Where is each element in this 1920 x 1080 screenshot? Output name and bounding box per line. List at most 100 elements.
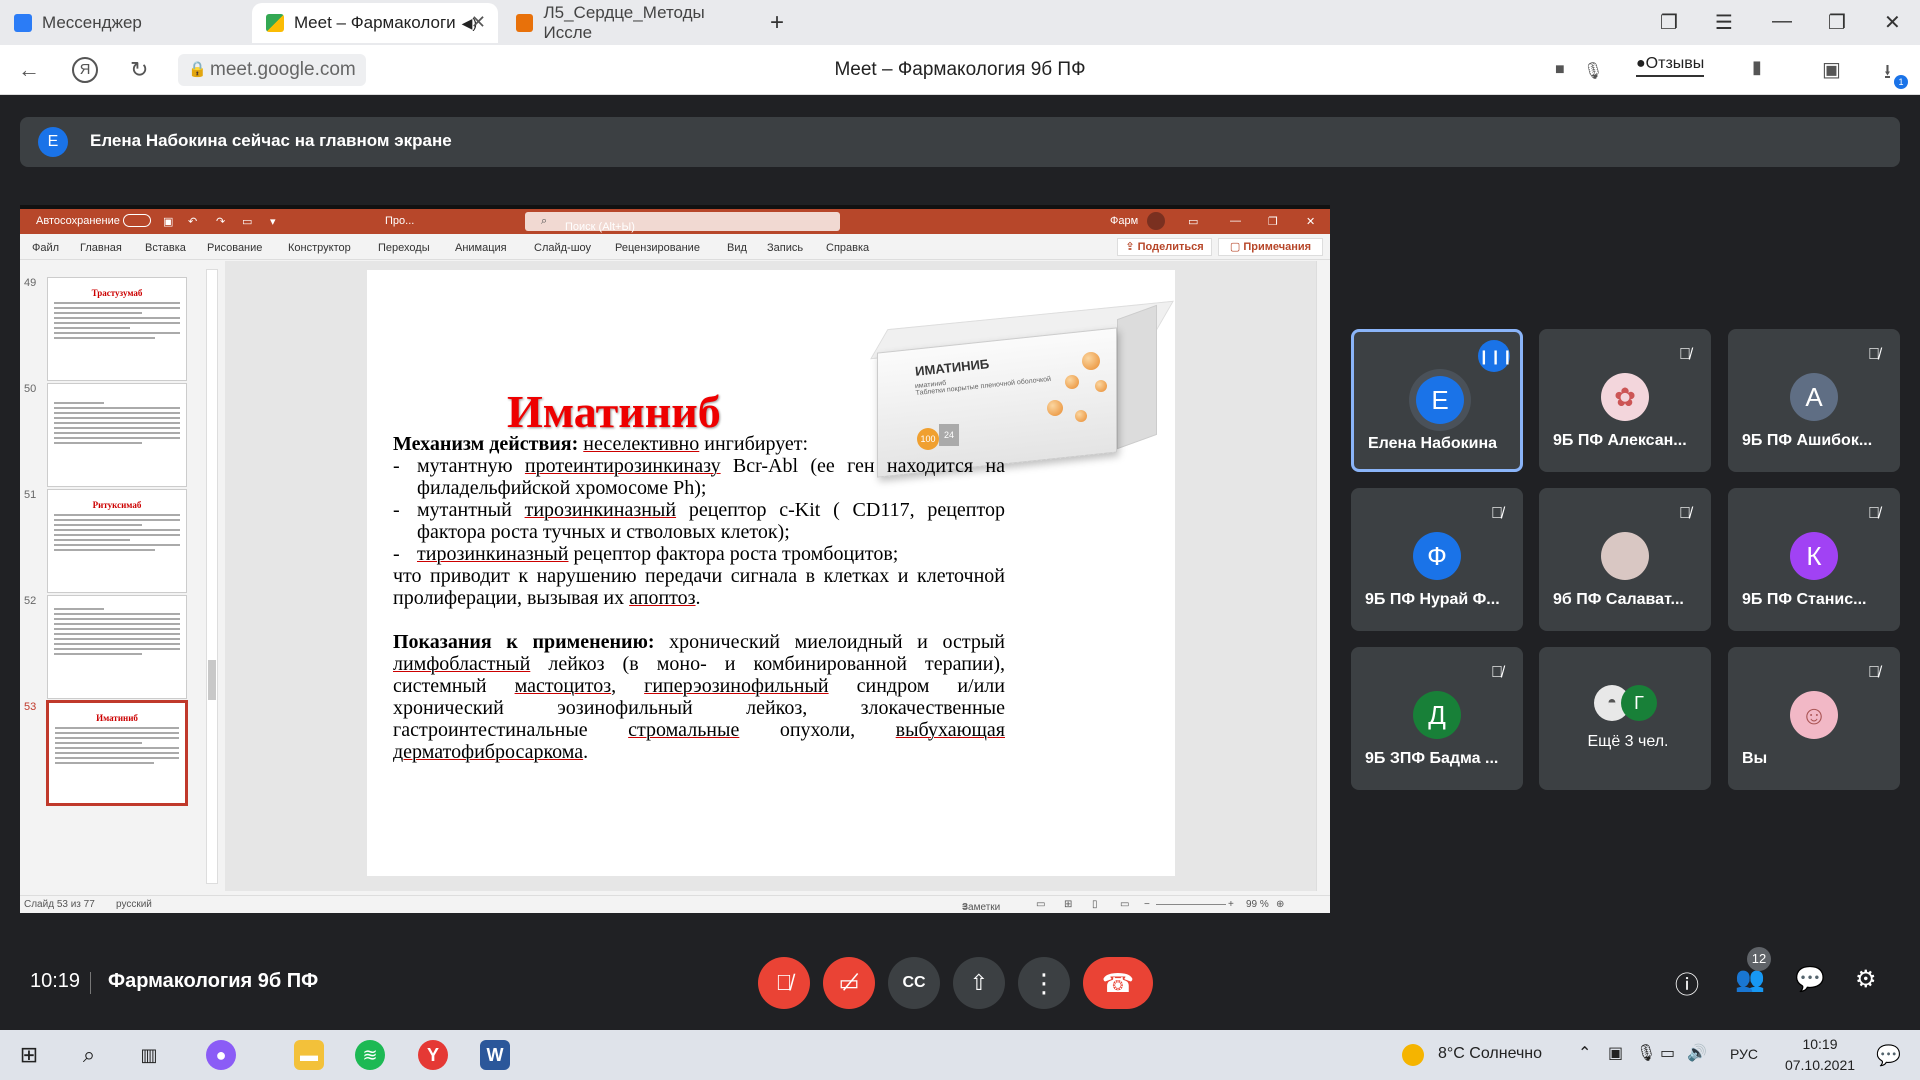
maximize-icon[interactable]: ❐	[1268, 215, 1278, 228]
zoom-slider[interactable]	[1156, 904, 1226, 905]
weather-text[interactable]: 8°C Солнечно	[1438, 1045, 1542, 1063]
mic-off-button[interactable]: 🎙̸	[758, 957, 810, 1009]
redo-icon[interactable]: ↷	[216, 215, 225, 228]
close-icon[interactable]: ✕	[1306, 215, 1315, 228]
menu-review[interactable]: Рецензирование	[615, 242, 700, 254]
mic-icon[interactable]: 🎙	[1636, 1043, 1656, 1063]
autosave-toggle[interactable]	[123, 214, 151, 227]
search-icon[interactable]: ⌕	[74, 1040, 104, 1070]
scroll-thumb[interactable]	[208, 660, 216, 700]
bookmark-icon[interactable]: ▮	[1752, 57, 1762, 78]
volume-icon[interactable]: 🔊	[1687, 1043, 1707, 1063]
notifications-icon[interactable]: 💬	[1876, 1043, 1901, 1068]
sorter-view-icon[interactable]: ⊞	[1064, 899, 1072, 910]
chevron-down-icon[interactable]: ▾	[270, 215, 276, 228]
search-input[interactable]: ⌕ Поиск (Alt+Ы)	[525, 212, 840, 233]
yandex-browser-icon[interactable]: Y	[418, 1040, 448, 1070]
close-window-icon[interactable]: ✕	[1884, 10, 1901, 35]
camera-off-button[interactable]: ▭̸	[823, 957, 875, 1009]
minimize-icon[interactable]: —	[1230, 215, 1241, 227]
close-icon[interactable]: ✕	[471, 12, 486, 33]
more-options-button[interactable]: ⋮	[1018, 957, 1070, 1009]
menu-animations[interactable]: Анимация	[455, 242, 507, 254]
maximize-icon[interactable]: ❐	[1828, 10, 1846, 35]
info-icon[interactable]: ⓘ	[1675, 965, 1699, 1000]
chat-icon[interactable]: 💬	[1795, 965, 1825, 994]
zoom-level[interactable]: 99 %	[1246, 899, 1269, 910]
task-view-icon[interactable]: ▥	[134, 1040, 164, 1070]
participant-tile[interactable]: Д 🎙̸ 9Б ЗПФ Бадма ...	[1351, 647, 1523, 790]
thumbnail-scrollbar[interactable]	[206, 269, 218, 884]
slideshow-view-icon[interactable]: ▭	[1120, 899, 1129, 910]
menu-draw[interactable]: Рисование	[207, 242, 262, 254]
menu-design[interactable]: Конструктор	[288, 242, 351, 254]
captions-button[interactable]: CC	[888, 957, 940, 1009]
camera-icon[interactable]: ■	[1555, 61, 1565, 79]
participant-tile[interactable]: К 🎙̸ 9Б ПФ Станис...	[1728, 488, 1900, 631]
spotify-icon[interactable]: ≋	[355, 1040, 385, 1070]
new-tab-button[interactable]: +	[770, 3, 800, 43]
menu-transitions[interactable]: Переходы	[378, 242, 430, 254]
save-icon[interactable]: ▣	[163, 215, 173, 228]
share-button[interactable]: ⇪ Поделиться	[1117, 238, 1212, 256]
self-tile[interactable]: ☺ 🎙̸ Вы	[1728, 647, 1900, 790]
participant-tile[interactable]: 🎙̸ 9б ПФ Салават...	[1539, 488, 1711, 631]
present-button[interactable]: ⇧	[953, 957, 1005, 1009]
network-icon[interactable]: ▭	[1660, 1043, 1675, 1063]
reading-view-icon[interactable]: ▯	[1092, 899, 1098, 910]
slide[interactable]: Иматиниб ИМАТИНИБ иматиниб Таблетки покры…	[367, 270, 1175, 876]
input-language[interactable]: РУС	[1730, 1046, 1758, 1062]
language-status[interactable]: русский	[116, 899, 152, 910]
menu-record[interactable]: Запись	[767, 242, 803, 254]
menu-home[interactable]: Главная	[80, 242, 122, 254]
mic-icon[interactable]: 🎙	[1583, 61, 1603, 81]
shared-screen[interactable]: Автосохранение ▣ ↶ ↷ ▭ ▾ Про... ⌕ Поиск …	[20, 205, 1330, 913]
alice-icon[interactable]: ●	[206, 1040, 236, 1070]
slide-scrollbar[interactable]	[1316, 261, 1328, 891]
taskbar-date[interactable]: 07.10.2021	[1782, 1057, 1858, 1073]
more-vertical-icon: ⋮	[1031, 968, 1057, 998]
downloads-icon[interactable]: ⭳	[1884, 57, 1891, 91]
ribbon-display-icon[interactable]: ▭	[1188, 215, 1198, 228]
windows-start-icon[interactable]: ⊞	[14, 1040, 44, 1070]
more-participants-tile[interactable]: ◓ Г Ещё 3 чел.	[1539, 647, 1711, 790]
participant-tile[interactable]: Е ❙❙❙ Елена Набокина	[1351, 329, 1523, 472]
undo-icon[interactable]: ↶	[188, 215, 197, 228]
menu-insert[interactable]: Вставка	[145, 242, 186, 254]
doc-name[interactable]: Про...	[385, 215, 414, 227]
slide-thumbnail-selected[interactable]: Иматиниб	[46, 700, 188, 806]
avatar[interactable]	[1147, 212, 1165, 230]
participant-tile[interactable]: А 🎙̸ 9Б ПФ Ашибок...	[1728, 329, 1900, 472]
feedback-button[interactable]: ●Отзывы	[1636, 55, 1705, 77]
activities-icon[interactable]: ⚙	[1855, 965, 1877, 994]
slide-thumbnail[interactable]: Ритуксимаб	[47, 489, 187, 593]
present-icon[interactable]: ▭	[242, 215, 252, 228]
tray-device-icon[interactable]: ▣	[1608, 1043, 1623, 1063]
word-icon[interactable]: W	[480, 1040, 510, 1070]
slide-thumbnail[interactable]	[47, 383, 187, 487]
taskbar-time[interactable]: 10:19	[1790, 1036, 1850, 1052]
comments-button[interactable]: ▢ Примечания	[1218, 238, 1323, 256]
tab-lecture[interactable]: Л5_Сердце_Методы Иссле	[502, 3, 752, 43]
zoom-out-icon[interactable]: −	[1144, 899, 1150, 910]
menu-icon[interactable]: ☰	[1715, 10, 1733, 35]
menu-view[interactable]: Вид	[727, 242, 747, 254]
menu-file[interactable]: Файл	[32, 242, 59, 254]
tab-messenger[interactable]: Мессенджер	[0, 3, 248, 43]
fit-slide-icon[interactable]: ⊕	[1276, 899, 1284, 910]
normal-view-icon[interactable]: ▭	[1036, 899, 1045, 910]
menu-help[interactable]: Справка	[826, 242, 869, 254]
minimize-icon[interactable]: —	[1772, 10, 1792, 33]
zoom-in-icon[interactable]: +	[1228, 899, 1234, 910]
menu-slideshow[interactable]: Слайд-шоу	[534, 242, 591, 254]
end-call-button[interactable]: ☎	[1083, 957, 1153, 1009]
bookmarks-panel-icon[interactable]: ❐	[1660, 10, 1678, 35]
tab-meet[interactable]: Meet – Фармакологи ◀) ✕	[252, 3, 498, 43]
participant-tile[interactable]: Ф 🎙̸ 9Б ПФ Нурай Ф...	[1351, 488, 1523, 631]
participant-tile[interactable]: ✿ 🎙̸ 9Б ПФ Алексан...	[1539, 329, 1711, 472]
chevron-up-icon[interactable]: ⌃	[1578, 1043, 1591, 1063]
slide-thumbnail[interactable]	[47, 595, 187, 699]
slide-thumbnail[interactable]: Трастузумаб	[47, 277, 187, 381]
file-explorer-icon[interactable]: ▬	[294, 1040, 324, 1070]
collections-icon[interactable]: ▣	[1822, 57, 1841, 82]
